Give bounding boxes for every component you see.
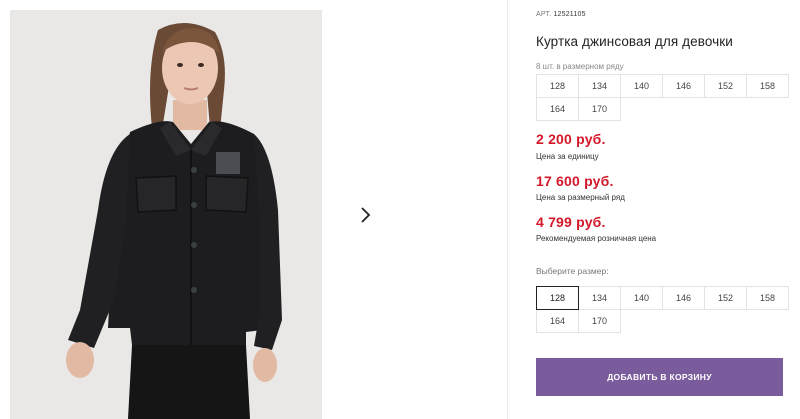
pack-label: 8 шт. в размерном ряду <box>536 62 624 71</box>
divider <box>507 0 508 419</box>
pack-size: 152 <box>704 74 747 98</box>
chevron-right-icon <box>359 206 371 228</box>
article-prefix: АРТ. <box>536 11 552 18</box>
choose-size-label: Выберите размер: <box>536 266 609 276</box>
size-selector: 128 134 140 146 152 158 164 170 <box>536 286 789 333</box>
size-option-140[interactable]: 140 <box>620 286 663 310</box>
unit-price-label: Цена за единицу <box>536 152 599 161</box>
gallery-next-button[interactable] <box>346 198 384 236</box>
size-option-152[interactable]: 152 <box>704 286 747 310</box>
product-title: Куртка джинсовая для девочки <box>536 34 733 49</box>
retail-price-label: Рекомендуемая розничная цена <box>536 234 657 243</box>
article-value: 12521105 <box>553 11 586 18</box>
pack-size: 134 <box>578 74 621 98</box>
unit-price: 2 200 руб. <box>536 131 606 147</box>
pack-size: 170 <box>578 97 621 121</box>
size-option-170[interactable]: 170 <box>578 309 621 333</box>
pack-size: 128 <box>536 74 579 98</box>
pack-size: 140 <box>620 74 663 98</box>
size-option-164[interactable]: 164 <box>536 309 579 333</box>
add-to-cart-button[interactable]: ДОБАВИТЬ В КОРЗИНУ <box>536 358 783 396</box>
pack-price: 17 600 руб. <box>536 173 614 189</box>
size-option-128[interactable]: 128 <box>536 286 579 310</box>
size-option-146[interactable]: 146 <box>662 286 705 310</box>
product-photo-illustration <box>10 10 322 419</box>
pack-size: 164 <box>536 97 579 121</box>
pack-size: 158 <box>746 74 789 98</box>
retail-price: 4 799 руб. <box>536 214 606 230</box>
product-photo[interactable] <box>10 10 322 419</box>
size-option-134[interactable]: 134 <box>578 286 621 310</box>
article-number: АРТ. 12521105 <box>536 11 586 18</box>
product-gallery <box>0 0 508 419</box>
size-option-158[interactable]: 158 <box>746 286 789 310</box>
pack-size-grid: 128 134 140 146 152 158 164 170 <box>536 74 789 121</box>
pack-size: 146 <box>662 74 705 98</box>
pack-price-label: Цена за размерный ряд <box>536 193 625 202</box>
